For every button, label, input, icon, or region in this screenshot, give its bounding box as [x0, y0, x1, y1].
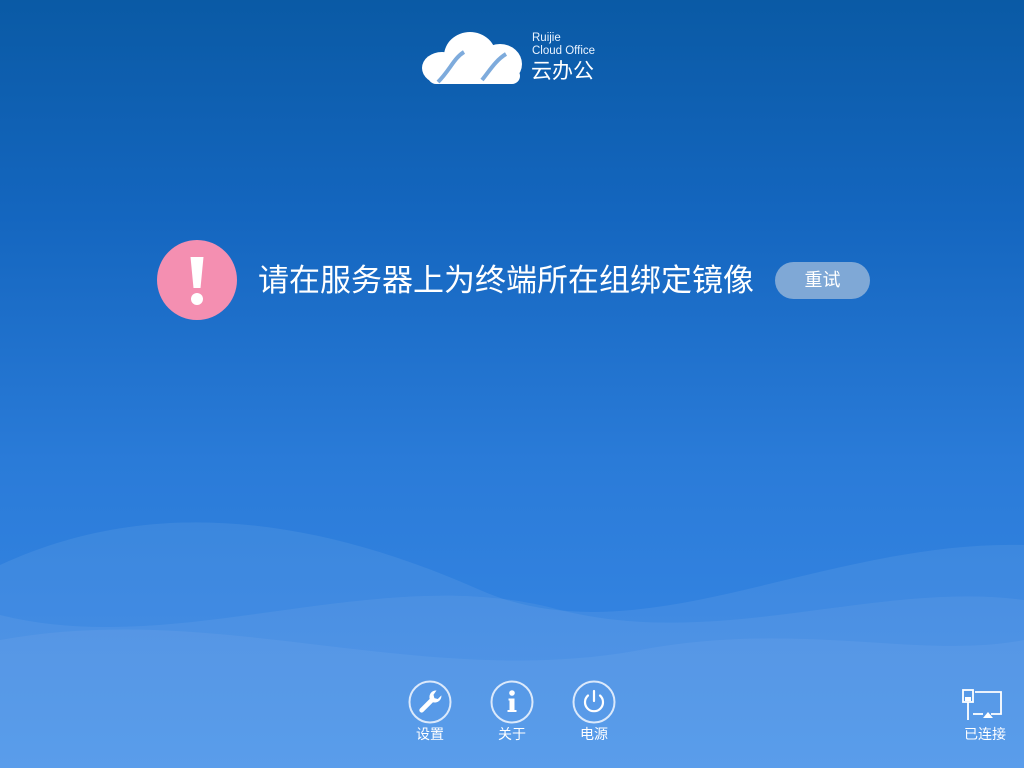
power-icon: [572, 680, 616, 724]
network-connected-icon: [962, 689, 1002, 720]
settings-label: 设置: [416, 727, 444, 743]
retry-button[interactable]: 重试: [775, 262, 870, 299]
exclamation-circle-icon: [157, 240, 237, 320]
about-button[interactable]: 关于: [482, 680, 542, 750]
power-button[interactable]: 电源: [564, 680, 624, 750]
cloud-logo-icon: [422, 32, 522, 84]
alert-message: 请在服务器上为终端所在组绑定镜像: [258, 263, 754, 299]
product-name: 云办公: [531, 59, 594, 83]
brand-line2: Cloud Office: [532, 45, 596, 57]
network-status: 已连接: [955, 688, 1015, 752]
about-label: 关于: [498, 727, 526, 743]
app-logo: Ruijie Cloud Office 云办公: [420, 30, 610, 90]
info-icon: [490, 680, 534, 724]
wrench-icon: [408, 680, 452, 724]
network-status-label: 已连接: [964, 727, 1006, 743]
settings-button[interactable]: 设置: [400, 680, 460, 750]
power-label: 电源: [580, 727, 608, 743]
background-waves: [0, 522, 1024, 768]
brand-line1: Ruijie: [532, 32, 561, 44]
